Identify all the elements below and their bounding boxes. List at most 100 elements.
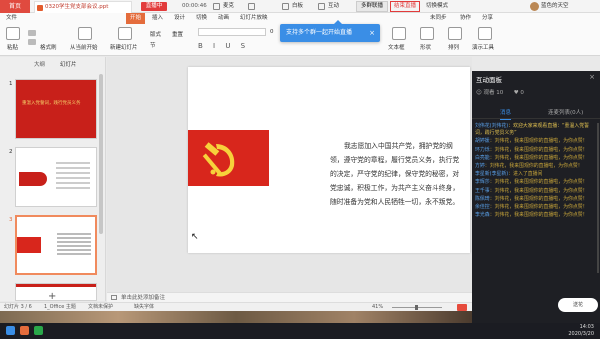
- copy-icon[interactable]: [28, 39, 36, 45]
- menu-collab[interactable]: 协作: [460, 13, 471, 24]
- clock: 14:03 2020/3/20: [568, 324, 594, 338]
- switch-mode-button[interactable]: 切换模式: [426, 1, 462, 12]
- menu-design[interactable]: 设计: [174, 13, 185, 24]
- text-format-buttons[interactable]: B I U S: [198, 42, 249, 50]
- chat-message: 余佳控：刘伟花，我来围观你的直播啦，为你点赞！: [475, 204, 595, 211]
- play-from-current-icon[interactable]: [78, 27, 92, 40]
- interact-icon[interactable]: [318, 3, 325, 10]
- start-icon[interactable]: [6, 326, 15, 335]
- thumbnail-tabs: 大纲 幻灯片: [0, 60, 106, 71]
- chat-sender[interactable]: 环力烁: [475, 147, 490, 153]
- live-status-button[interactable]: 直播中: [141, 2, 167, 11]
- slideshow-play-button[interactable]: [457, 304, 467, 311]
- add-slide-icon[interactable]: +: [48, 291, 56, 302]
- new-slide-icon[interactable]: [118, 27, 132, 40]
- arrange-icon[interactable]: [448, 27, 462, 40]
- chat-scrollbar[interactable]: [597, 123, 599, 273]
- wps-app-icon[interactable]: [20, 326, 29, 335]
- menu-file[interactable]: 文件: [6, 13, 17, 24]
- tab-slides[interactable]: 幻灯片: [60, 60, 77, 71]
- thumb-3-text-lines: [57, 233, 91, 235]
- slide-thumbnail-1[interactable]: 重温入党誓词，践行党员义务: [15, 79, 97, 139]
- new-slide-label[interactable]: 新建幻灯片: [110, 43, 138, 51]
- textbox-label[interactable]: 文本框: [388, 43, 405, 51]
- chat-sender[interactable]: 王千事: [475, 188, 490, 194]
- multi-group-live-button[interactable]: 多群联播: [356, 1, 388, 12]
- thumbnail-scrollbar[interactable]: [99, 74, 103, 234]
- party-flag: [188, 130, 269, 186]
- textbox-icon[interactable]: [392, 27, 406, 40]
- reset-button[interactable]: 重置: [172, 30, 183, 38]
- chat-sender[interactable]: 刘伟花(刘伟花): [475, 123, 508, 129]
- chat-text: 刘伟花，我来围观你的直播啦，为你点赞！: [494, 187, 588, 194]
- chat-message: 方婷：刘伟花，我来围观你的直播啦，为你点赞！: [475, 163, 595, 170]
- like-icon: ♥: [513, 90, 519, 96]
- menu-transition[interactable]: 切换: [196, 13, 207, 24]
- tab-outline[interactable]: 大纲: [34, 60, 45, 71]
- shape-icon[interactable]: [420, 27, 434, 40]
- menu-slideshow[interactable]: 幻灯片放映: [240, 13, 268, 24]
- font-size-select[interactable]: 0: [270, 29, 274, 35]
- chat-sender[interactable]: 李辉莎: [475, 179, 490, 185]
- menu-share[interactable]: 分享: [482, 13, 493, 24]
- status-bar: 幻灯片 3 / 6 1_Office 主题 文档未保护 缺失字体 41%: [0, 302, 472, 311]
- section-button[interactable]: 节: [150, 41, 156, 49]
- chat-text: 刘伟花，我来围观你的直播啦，为你点赞！: [494, 146, 588, 153]
- menu-bar: 文件 开始 插入 设计 切换 动画 幻灯片放映 未同步 协作 分享: [0, 13, 600, 24]
- shape-label[interactable]: 形状: [420, 43, 431, 51]
- chat-sender[interactable]: 方婷: [475, 163, 485, 169]
- microphone-label: 麦克: [223, 3, 235, 9]
- chat-text: 刘伟花，我来围观你的直播啦，为你点赞！: [494, 154, 588, 161]
- chat-sender[interactable]: 李星新(李星新): [475, 171, 508, 177]
- chat-sender[interactable]: 李光森: [475, 212, 490, 218]
- zoom-slider-knob[interactable]: [415, 305, 418, 310]
- thumb-2-flag: [19, 172, 47, 186]
- oath-text[interactable]: 我志愿加入中国共产党，拥护党的纲领，遵守党的章程，履行党员义务，执行党的决定，严…: [330, 139, 460, 209]
- menu-insert[interactable]: 插入: [152, 13, 163, 24]
- end-live-button[interactable]: 结束直播: [390, 1, 420, 12]
- cut-icon[interactable]: [28, 30, 36, 36]
- chat-sender[interactable]: 余佳控: [475, 204, 490, 210]
- notes-placeholder: 单击此处添加备注: [121, 295, 166, 301]
- user-avatar[interactable]: [530, 2, 539, 11]
- live-timer: 00:00:46: [182, 3, 207, 9]
- arrange-label[interactable]: 排列: [448, 43, 459, 51]
- microphone-icon[interactable]: [213, 3, 220, 10]
- chat-app-icon[interactable]: [34, 326, 43, 335]
- current-slide[interactable]: 我志愿加入中国共产党，拥护党的纲领，遵守党的章程，履行党员义务，执行党的决定，严…: [188, 67, 470, 253]
- layout-button[interactable]: 版式: [150, 30, 161, 38]
- chat-message: 胡婷媛：刘伟花，我来围观你的直播啦，为你点赞！: [475, 138, 595, 145]
- notes-icon: [111, 295, 117, 300]
- slide-thumbnail-2[interactable]: [15, 147, 97, 207]
- ppt-file-icon: [37, 5, 43, 11]
- chat-sender[interactable]: 白亮能: [475, 155, 490, 161]
- menu-home[interactable]: 开始: [126, 13, 146, 24]
- tab-messages[interactable]: 消息: [500, 107, 512, 120]
- presentation-tools-icon[interactable]: [478, 27, 492, 40]
- paste-icon[interactable]: [6, 27, 20, 40]
- close-icon[interactable]: ×: [589, 73, 595, 81]
- clock-time: 14:03: [579, 324, 594, 330]
- camera-icon[interactable]: [248, 3, 255, 10]
- tab-mic-list[interactable]: 连麦列表(0人): [548, 107, 583, 119]
- menu-animation[interactable]: 动画: [218, 13, 229, 24]
- close-icon[interactable]: ×: [369, 24, 375, 42]
- slide-thumbnail-3[interactable]: [15, 215, 97, 275]
- chat-text: 刘伟花，我来围观你的直播啦，为你点赞！: [494, 195, 588, 202]
- whiteboard-icon[interactable]: [282, 3, 289, 10]
- chat-sender[interactable]: 陈佩琦: [475, 196, 490, 202]
- document-tab[interactable]: 0320学生党支部会议.ppt: [34, 1, 132, 13]
- play-from-current-label[interactable]: 从当前开始: [70, 43, 98, 51]
- chat-text: 刘伟花，我来围观你的直播啦，为你点赞！: [494, 138, 588, 145]
- menu-unsynced[interactable]: 未同步: [430, 13, 447, 24]
- thumb-1-title: 重温入党誓词，践行党员义务: [22, 101, 81, 106]
- thumb-number-2: 2: [9, 149, 13, 155]
- home-tab[interactable]: 首页: [0, 0, 30, 13]
- notes-bar[interactable]: 单击此处添加备注: [107, 292, 472, 302]
- format-painter-label[interactable]: 格式刷: [40, 43, 57, 51]
- live-interaction-panel: 互动面板 × ☺ 观看 10 ♥ 0 消息 连麦列表(0人) 刘伟花(刘伟花)：…: [472, 71, 600, 323]
- send-flower-button[interactable]: 送花: [558, 298, 598, 312]
- presentation-tools-label[interactable]: 演示工具: [472, 43, 494, 51]
- chat-sender[interactable]: 胡婷媛: [475, 138, 490, 144]
- font-name-select[interactable]: [198, 28, 266, 36]
